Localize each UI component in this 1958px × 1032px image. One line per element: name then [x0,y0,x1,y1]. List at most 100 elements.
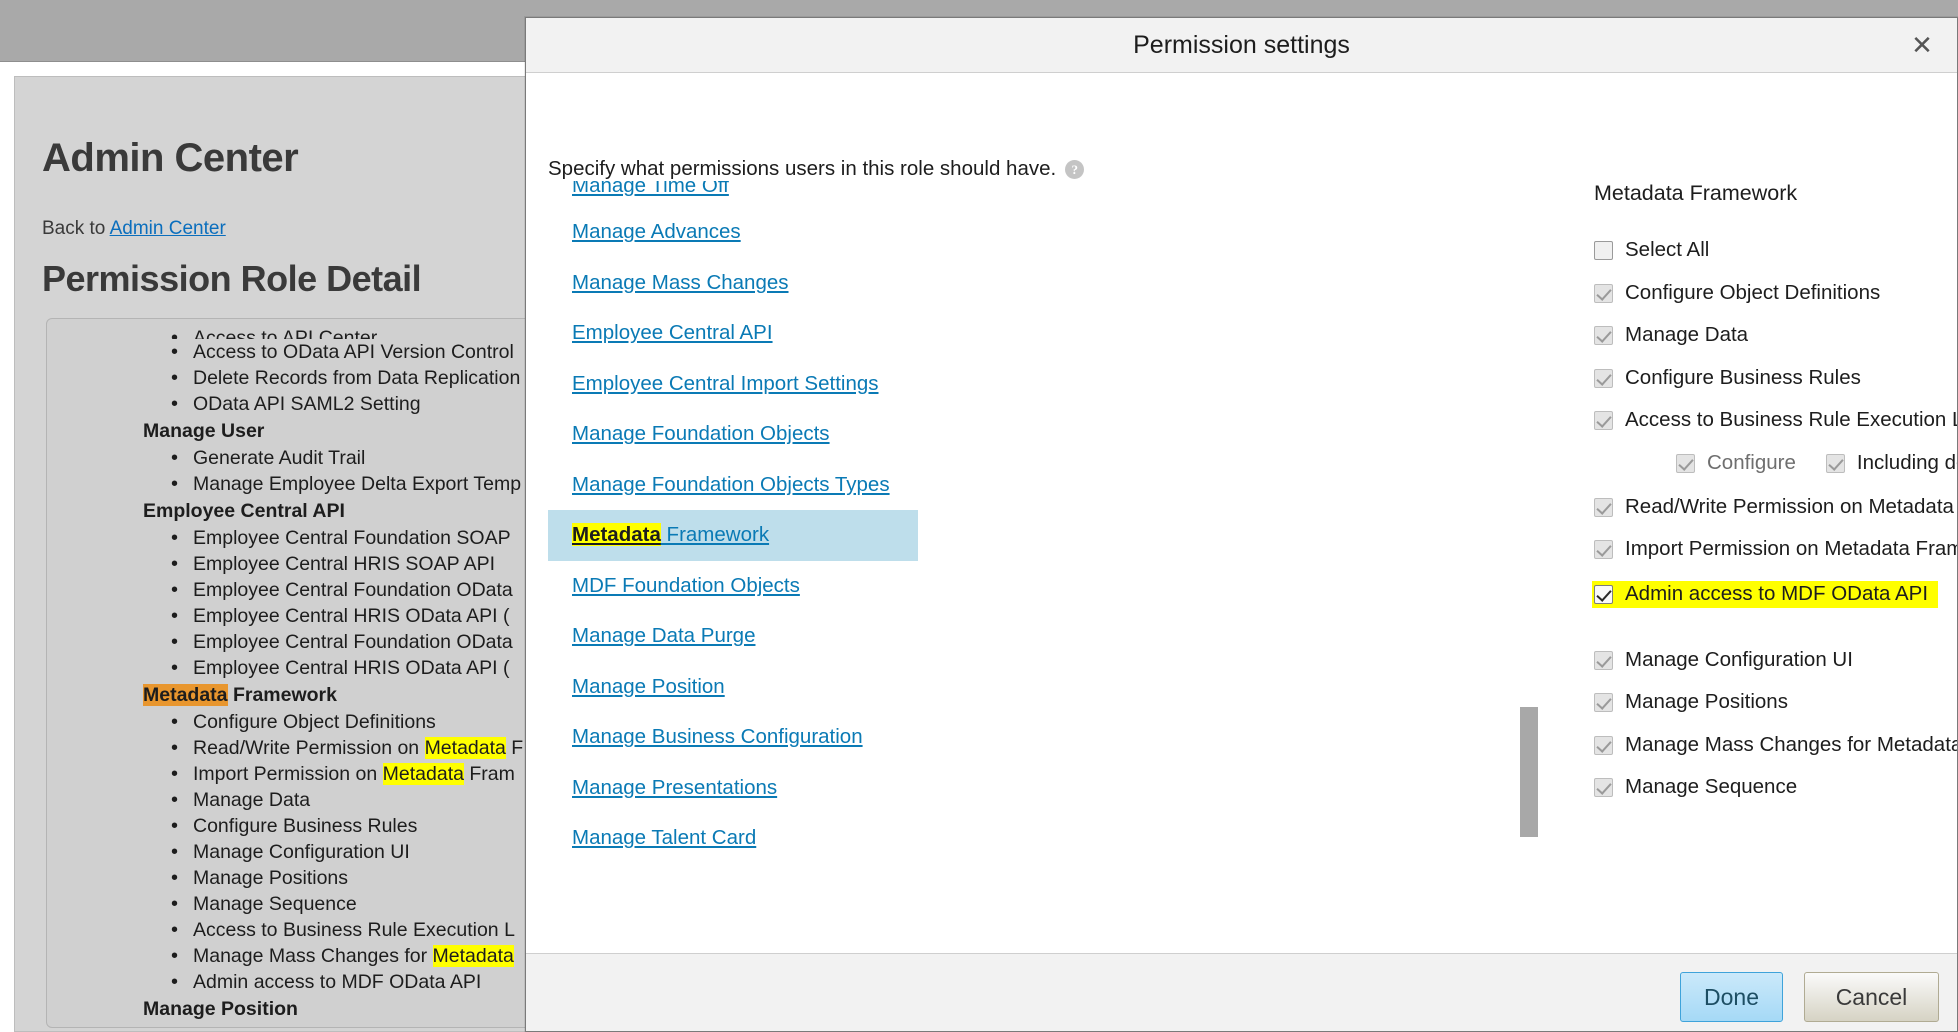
sidebar-item-manage-data-purge[interactable]: Manage Data Purge [548,611,918,662]
sidebar-item-label[interactable]: Employee Central Import Settings [572,372,879,395]
sidebar-item-label[interactable]: Manage Advances [572,220,741,243]
permission-label: Manage Data [1625,323,1749,346]
checkbox-configure[interactable] [1676,453,1695,473]
checkbox-manage-sequence[interactable] [1594,778,1613,797]
specify-instruction: Specify what permissions users in this r… [548,157,1085,181]
sidebar-item-manage-business-configuration[interactable]: Manage Business Configuration [548,712,918,763]
heading-rest: Framework [227,684,337,706]
sidebar-item-manage-advances[interactable]: Manage Advances [548,207,918,258]
highlight-metadata: Metadata [424,737,506,759]
sidebar-item-metadata-framework[interactable]: Metadata Framework [548,510,918,561]
permission-label: Admin access to MDF OData API [1625,581,1929,605]
sidebar-item-label-rest: Framework [660,523,770,546]
permission-row-import-permission-on-metadata-framework[interactable]: Import Permission on Metadata Framework [1594,538,1957,560]
permission-label: Access to Business Rule Execution Log [1625,408,1957,431]
permission-row-manage-positions[interactable]: Manage Positions [1594,691,1957,713]
sidebar-item-label[interactable]: Manage Talent Card [572,826,756,849]
sidebar-item-label[interactable]: Manage Time Off [572,181,729,197]
checkbox-configure-object-definitions[interactable] [1594,283,1613,303]
highlight-metadata: Metadata [572,523,661,546]
sidebar-item-label[interactable]: Manage Business Configuration [572,725,863,748]
permission-checkbox-panel: Metadata Framework Select All Configure … [1592,181,1957,819]
highlight-metadata: Metadata [143,684,228,706]
dialog-footer: Done Cancel [526,953,1957,1031]
permission-subrow-configure[interactable]: Configure [1676,450,1796,474]
permission-subrow-group: Configure Including downloading the log [1594,450,1957,474]
permission-label: Manage Positions [1625,690,1788,713]
sidebar-item-manage-foundation-objects[interactable]: Manage Foundation Objects [548,409,918,460]
checkbox-including-downloading-the-log[interactable] [1825,453,1845,473]
highlight-metadata: Metadata [382,763,464,785]
sidebar-item-label[interactable]: Manage Presentations [572,776,777,799]
sidebar-item-employee-central-import-settings[interactable]: Employee Central Import Settings [548,359,918,410]
permission-label: Import Permission on Metadata Framework [1625,537,1957,560]
sidebar-scrollbar-thumb[interactable] [1520,707,1538,837]
highlight-metadata: Metadata [432,945,514,967]
permission-label: Manage Configuration UI [1625,647,1853,671]
permission-panel-heading: Metadata Framework [1594,181,1798,205]
cancel-button[interactable]: Cancel [1804,972,1939,1022]
sidebar-item-manage-talent-card[interactable]: Manage Talent Card [548,813,918,861]
permission-settings-dialog: Permission settings ✕ Specify what permi… [525,17,1958,1032]
permission-category-list: Manage Time Off Manage Advances Manage M… [548,181,918,861]
specify-instruction-text: Specify what permissions users in this r… [548,157,1057,180]
checkbox-manage-positions[interactable] [1594,693,1613,712]
permission-row-access-business-rule-execution-log[interactable]: Access to Business Rule Execution Log [1594,409,1957,431]
sidebar-item-manage-mass-changes[interactable]: Manage Mass Changes [548,258,918,309]
sidebar-item-label[interactable]: Employee Central API [572,321,773,344]
help-icon[interactable]: ? [1065,159,1085,179]
sidebar-item-label[interactable]: Manage Data Purge [572,624,755,647]
permission-row-select-all[interactable]: Select All [1594,239,1957,261]
sidebar-item-label[interactable]: Manage Foundation Objects Types [572,473,890,496]
permission-row-configure-business-rules[interactable]: Configure Business Rules [1594,365,1957,389]
permission-label: Manage Sequence [1625,775,1798,798]
sidebar-item-manage-time-off[interactable]: Manage Time Off [548,181,918,207]
permission-row-read-write-permission-on-metadata-framework[interactable]: Read/Write Permission on Metadata Framew… [1594,494,1957,518]
sidebar-item-manage-foundation-objects-types[interactable]: Manage Foundation Objects Types [548,460,918,511]
permission-row-manage-data[interactable]: Manage Data [1594,324,1957,346]
checkbox-access-business-rule-execution-log[interactable] [1594,411,1613,430]
checkbox-manage-data[interactable] [1594,326,1613,345]
permission-label: Configure [1707,450,1796,474]
permission-row-manage-sequence[interactable]: Manage Sequence [1594,776,1957,798]
permission-label: Including downloading the log [1856,450,1957,474]
section-title: Permission Role Detail [42,258,422,299]
sidebar-item-manage-presentations[interactable]: Manage Presentations [548,763,918,814]
sidebar-item-label[interactable]: MDF Foundation Objects [572,574,800,597]
sidebar-item-label[interactable]: Manage Mass Changes [572,271,789,294]
permission-label: Configure Object Definitions [1625,280,1881,304]
checkbox-admin-access-to-mdf-odata-api[interactable] [1594,584,1613,604]
breadcrumb: Back to Admin Center [42,218,226,240]
permission-row-configure-object-definitions[interactable]: Configure Object Definitions [1594,280,1957,304]
permission-row-admin-access-to-mdf-odata-api[interactable]: Admin access to MDF OData API [1592,580,1939,608]
permission-label: Manage Mass Changes for Metadata Objects [1625,732,1957,756]
checkbox-manage-configuration-ui[interactable] [1594,650,1613,670]
permission-label: Configure Business Rules [1625,365,1861,389]
checkbox-manage-mass-changes-for-metadata-objects[interactable] [1594,735,1613,755]
close-icon[interactable]: ✕ [1909,32,1935,58]
breadcrumb-prefix: Back to [42,218,110,239]
sidebar-item-label[interactable]: Metadata Framework [572,523,769,546]
done-button[interactable]: Done [1680,972,1783,1022]
sidebar-item-mdf-foundation-objects[interactable]: MDF Foundation Objects [548,561,918,612]
checkbox-read-write-permission-on-metadata-framework[interactable] [1594,497,1613,517]
sidebar-item-label[interactable]: Manage Position [572,675,725,698]
permission-label: Read/Write Permission on Metadata Framew… [1625,494,1957,518]
permission-row-manage-configuration-ui[interactable]: Manage Configuration UI [1594,647,1957,671]
permission-row-wrapper-admin-access-mdf-odata-api: Admin access to MDF OData API [1592,580,1957,629]
sidebar-item-manage-position[interactable]: Manage Position [548,662,918,713]
permission-category-list-inner: Manage Time Off Manage Advances Manage M… [548,181,918,861]
dialog-title: Permission settings [1133,31,1350,59]
page-title: Admin Center [42,136,299,180]
permission-subrow-including-downloading-the-log[interactable]: Including downloading the log [1825,450,1957,474]
checkbox-configure-business-rules[interactable] [1594,368,1613,388]
checkbox-select-all[interactable] [1594,241,1613,260]
dialog-body: Specify what permissions users in this r… [526,73,1957,953]
dialog-header: Permission settings ✕ [526,18,1957,73]
permission-row-manage-mass-changes-for-metadata-objects[interactable]: Manage Mass Changes for Metadata Objects [1594,732,1957,756]
sidebar-item-employee-central-api[interactable]: Employee Central API [548,308,918,359]
breadcrumb-link-admin-center[interactable]: Admin Center [110,218,226,239]
checkbox-import-permission-on-metadata-framework[interactable] [1594,540,1613,559]
sidebar-item-label[interactable]: Manage Foundation Objects [572,422,830,445]
permission-label: Select All [1625,238,1710,261]
